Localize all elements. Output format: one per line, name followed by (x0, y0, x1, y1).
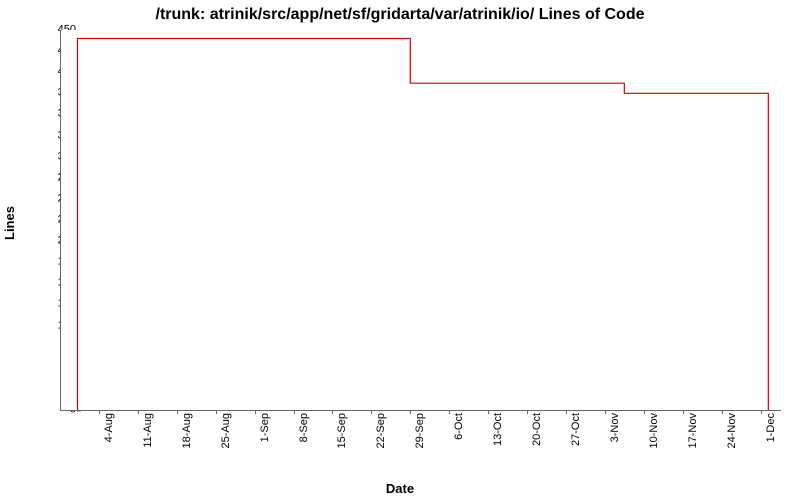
x-tick-label: 4-Aug (103, 413, 115, 442)
x-tick-label: 11-Aug (142, 413, 154, 448)
x-tick-label: 17-Nov (687, 413, 699, 448)
x-tick-label: 18-Aug (181, 413, 193, 448)
x-tick-label: 6-Oct (453, 413, 465, 440)
series-line (78, 38, 769, 410)
series-svg (60, 30, 780, 410)
x-tick-label: 20-Oct (531, 413, 543, 446)
x-tick-label: 29-Sep (414, 413, 426, 448)
x-tick-label: 27-Oct (570, 413, 582, 446)
x-tick-label: 3-Nov (609, 413, 621, 442)
chart-container: /trunk: atrinik/src/app/net/sf/gridarta/… (0, 0, 800, 500)
x-tick-label: 13-Oct (492, 413, 504, 446)
x-tick-label: 1-Sep (259, 413, 271, 442)
x-tick-label: 25-Aug (220, 413, 232, 448)
x-tick-label: 22-Sep (375, 413, 387, 448)
chart-title: /trunk: atrinik/src/app/net/sf/gridarta/… (0, 6, 800, 24)
x-tick-label: 1-Dec (765, 413, 777, 442)
x-tick-label: 24-Nov (726, 413, 738, 448)
y-axis-label: Lines (2, 206, 17, 240)
x-tick-label: 10-Nov (648, 413, 660, 448)
x-tick-label: 8-Sep (298, 413, 310, 442)
x-axis-label: Date (0, 481, 800, 496)
x-tick-label: 15-Sep (336, 413, 348, 448)
